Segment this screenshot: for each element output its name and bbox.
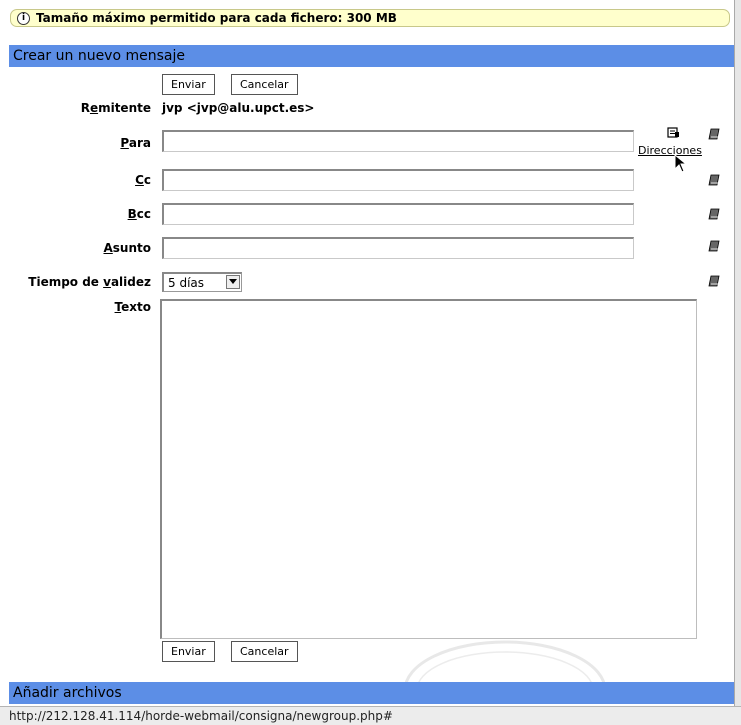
attachments-title: Añadir archivos [13, 685, 122, 701]
addressbook-label: Direcciones [638, 144, 702, 157]
send-button-top[interactable]: Enviar [162, 74, 215, 95]
status-bar: http://212.128.41.114/horde-webmail/cons… [0, 706, 741, 725]
validity-selected: 5 días [168, 275, 205, 290]
attachments-header: Añadir archivos [9, 682, 734, 704]
mouse-cursor [674, 154, 688, 173]
max-size-notice: i Tamaño máximo permitido para cada fich… [10, 9, 730, 27]
bcc-field[interactable] [162, 203, 634, 225]
cc-label: Cc [135, 173, 151, 187]
compose-title: Crear un nuevo mensaje [13, 48, 185, 64]
info-icon: i [17, 11, 30, 25]
send-button-bottom[interactable]: Enviar [162, 641, 215, 662]
addressbook-icon [667, 127, 679, 138]
watermark-seal [403, 640, 607, 690]
compose-header: Crear un nuevo mensaje [9, 45, 734, 67]
subject-field[interactable] [162, 237, 634, 259]
subject-label: Asunto [103, 241, 151, 255]
help-icon-to[interactable] [708, 128, 720, 140]
to-label: Para [120, 136, 151, 150]
cancel-button-top[interactable]: Cancelar [231, 74, 298, 95]
sender-value: jvp <jvp@alu.upct.es> [162, 101, 315, 115]
chevron-down-icon[interactable] [226, 275, 240, 289]
bcc-label: Bcc [127, 207, 151, 221]
help-icon-bcc[interactable] [708, 208, 720, 220]
vertical-scrollbar[interactable] [734, 0, 741, 725]
status-url: http://212.128.41.114/horde-webmail/cons… [9, 709, 393, 723]
cc-field[interactable] [162, 169, 634, 191]
help-icon-subject[interactable] [708, 240, 720, 252]
validity-label: Tiempo de validez [28, 275, 151, 289]
notice-text: Tamaño máximo permitido para cada ficher… [36, 11, 397, 25]
help-icon-validity[interactable] [708, 275, 720, 287]
help-icon-cc[interactable] [708, 174, 720, 186]
to-field[interactable] [162, 130, 634, 152]
body-textarea[interactable] [160, 299, 697, 639]
cancel-button-bottom[interactable]: Cancelar [231, 641, 298, 662]
sender-label: Remitente [80, 101, 151, 115]
addressbook-link[interactable]: Direcciones [638, 126, 708, 158]
validity-select[interactable]: 5 días [162, 272, 242, 292]
body-label: Texto [114, 300, 151, 314]
